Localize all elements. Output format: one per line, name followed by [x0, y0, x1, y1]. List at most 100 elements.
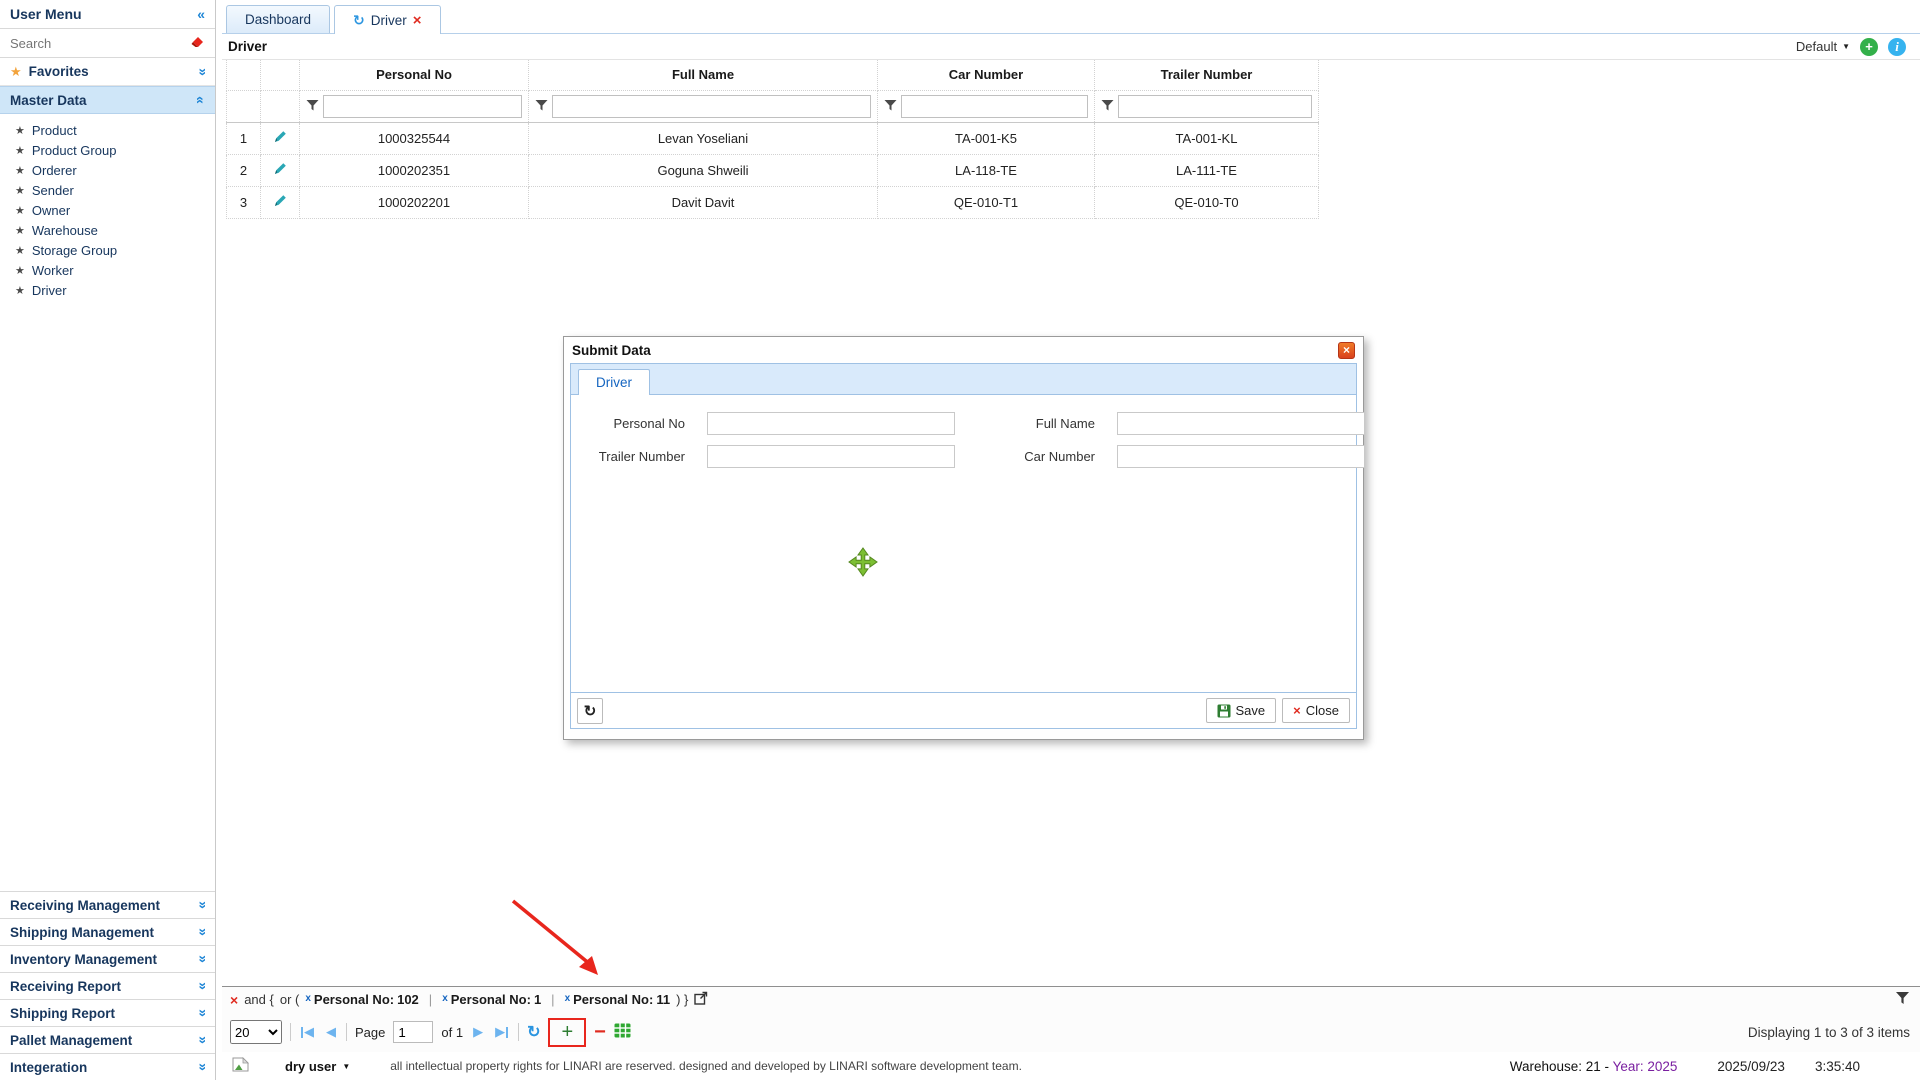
remove-chip-icon[interactable]: x	[565, 993, 571, 1004]
tab-dashboard[interactable]: Dashboard	[226, 5, 330, 33]
chip-field: Personal No:	[314, 992, 394, 1007]
export-grid-icon[interactable]	[614, 1023, 631, 1041]
car-number-field[interactable]	[1117, 445, 1365, 468]
sidebar-section-favorites[interactable]: ★ Favorites «	[0, 58, 215, 86]
header-car-number[interactable]: Car Number	[878, 60, 1095, 90]
header-trailer-number[interactable]: Trailer Number	[1095, 60, 1319, 90]
personal-no-field[interactable]	[707, 412, 955, 435]
sidebar-section-receiving-report[interactable]: Receiving Report«	[0, 972, 215, 999]
collapse-sidebar-icon[interactable]: «	[197, 7, 205, 21]
pagination-bar: 20 ◀ ◀ Page of 1 ▶ ▶ ↻ + − Displaying 1 …	[222, 1012, 1920, 1052]
remove-chip-icon[interactable]: x	[442, 993, 448, 1004]
section-label: Integeration	[10, 1060, 87, 1075]
chip-value: 1	[534, 992, 541, 1007]
filter-icon[interactable]	[1895, 992, 1910, 1008]
table-row[interactable]: 3 1000202201 Davit Davit QE-010-T1 QE-01…	[227, 186, 1319, 218]
clear-filter-icon[interactable]: ×	[230, 992, 238, 1008]
master-data-label: Master Data	[10, 93, 87, 108]
sidebar-item-sender[interactable]: ★ Sender	[0, 180, 215, 200]
close-button[interactable]: × Close	[1282, 698, 1350, 723]
edit-row-button[interactable]	[273, 193, 288, 211]
modal-tab-driver[interactable]: Driver	[578, 369, 650, 395]
save-button[interactable]: Save	[1206, 698, 1277, 723]
modal-refresh-button[interactable]: ↻	[577, 698, 603, 724]
item-star-icon: ★	[15, 124, 25, 137]
first-page-button[interactable]: ◀	[299, 1024, 316, 1040]
sidebar-item-driver[interactable]: ★Driver	[0, 280, 215, 300]
sidebar-item-label: Orderer	[32, 163, 77, 178]
refresh-grid-button[interactable]: ↻	[527, 1022, 540, 1042]
sidebar-section-shipping-report[interactable]: Shipping Report«	[0, 999, 215, 1026]
page-size-select[interactable]: 20	[230, 1020, 282, 1044]
last-page-button[interactable]: ▶	[493, 1024, 510, 1040]
sidebar-item-warehouse[interactable]: ★Warehouse	[0, 220, 215, 240]
tab-close-icon[interactable]: ×	[413, 12, 422, 29]
header-full-name[interactable]: Full Name	[529, 60, 878, 90]
main-area: Dashboard ↻ Driver × Driver Default ▼ + …	[222, 0, 1920, 1080]
trailer-number-field[interactable]	[707, 445, 955, 468]
add-row-button[interactable]: +	[561, 1021, 573, 1044]
cell-full-name: Davit Davit	[529, 186, 878, 218]
content-panel: Driver Default ▼ + i Personal No Full Na…	[222, 34, 1920, 986]
chip-separator: |	[425, 992, 436, 1007]
table-row[interactable]: 1 1000325544 Levan Yoseliani TA-001-K5 T…	[227, 122, 1319, 154]
sidebar-item-storage-group[interactable]: ★Storage Group	[0, 240, 215, 260]
page-number-input[interactable]	[393, 1021, 433, 1043]
full-name-field[interactable]	[1117, 412, 1365, 435]
remove-chip-icon[interactable]: x	[305, 993, 311, 1004]
page-of-label: of 1	[441, 1025, 463, 1040]
header-personal-no[interactable]: Personal No	[300, 60, 529, 90]
sidebar-item-label: Worker	[32, 263, 74, 278]
close-label: Close	[1306, 703, 1339, 718]
row-number: 1	[227, 122, 261, 154]
sidebar-item-product[interactable]: ★Product	[0, 120, 215, 140]
sidebar-item-label: Sender	[32, 183, 74, 198]
item-star-icon: ★	[15, 184, 25, 197]
chip-field: Personal No:	[451, 992, 531, 1007]
info-button[interactable]: i	[1888, 38, 1906, 56]
cell-car-number: TA-001-K5	[878, 122, 1095, 154]
tab-driver[interactable]: ↻ Driver ×	[334, 5, 441, 34]
caret-down-icon: ▼	[1842, 42, 1850, 51]
sidebar-item-worker[interactable]: ★Worker	[0, 260, 215, 280]
prev-page-button[interactable]: ◀	[324, 1024, 338, 1040]
sidebar-section-inventory-management[interactable]: Inventory Management«	[0, 945, 215, 972]
filter-input-personal-no[interactable]	[323, 95, 522, 118]
row-number: 3	[227, 186, 261, 218]
sidebar-item-label: Product Group	[32, 143, 117, 158]
edit-row-button[interactable]	[273, 129, 288, 147]
next-page-button[interactable]: ▶	[471, 1024, 485, 1040]
filter-funnel-icon[interactable]	[1101, 99, 1114, 114]
sidebar-item-owner[interactable]: ★Owner	[0, 200, 215, 220]
tab-refresh-icon: ↻	[353, 12, 365, 29]
section-label: Shipping Management	[10, 925, 154, 940]
modal-close-icon[interactable]: ×	[1338, 342, 1355, 359]
sidebar-section-integeration[interactable]: Integeration«	[0, 1053, 215, 1080]
sidebar-section-master-data[interactable]: Master Data «	[0, 86, 215, 114]
header-rownum	[227, 60, 261, 90]
filter-input-trailer-number[interactable]	[1118, 95, 1312, 118]
sidebar-section-pallet-management[interactable]: Pallet Management«	[0, 1026, 215, 1053]
filter-funnel-icon[interactable]	[535, 99, 548, 114]
sidebar-section-shipping-management[interactable]: Shipping Management«	[0, 918, 215, 945]
cell-personal-no: 1000202351	[300, 154, 529, 186]
modal-title-bar[interactable]: Submit Data ×	[564, 337, 1363, 363]
filter-funnel-icon[interactable]	[884, 99, 897, 114]
filter-input-car-number[interactable]	[901, 95, 1088, 118]
sidebar-item-orderer[interactable]: ★Orderer	[0, 160, 215, 180]
sidebar-section-receiving-management[interactable]: Receiving Management«	[0, 891, 215, 918]
user-menu-dropdown[interactable]: dry user ▼	[285, 1059, 350, 1074]
cell-full-name: Goguna Shweili	[529, 154, 878, 186]
search-input[interactable]	[10, 36, 189, 51]
clear-search-icon[interactable]	[189, 34, 205, 52]
table-row[interactable]: 2 1000202351 Goguna Shweili LA-118-TE LA…	[227, 154, 1319, 186]
filter-funnel-icon[interactable]	[306, 99, 319, 114]
edit-row-button[interactable]	[273, 161, 288, 179]
chip-value: 102	[397, 992, 419, 1007]
remove-row-button[interactable]: −	[594, 1027, 606, 1037]
sidebar-item-product-group[interactable]: ★Product Group	[0, 140, 215, 160]
view-selector[interactable]: Default ▼	[1796, 39, 1850, 54]
add-view-button[interactable]: +	[1860, 38, 1878, 56]
filter-input-full-name[interactable]	[552, 95, 871, 118]
open-filter-builder-icon[interactable]	[694, 991, 708, 1008]
